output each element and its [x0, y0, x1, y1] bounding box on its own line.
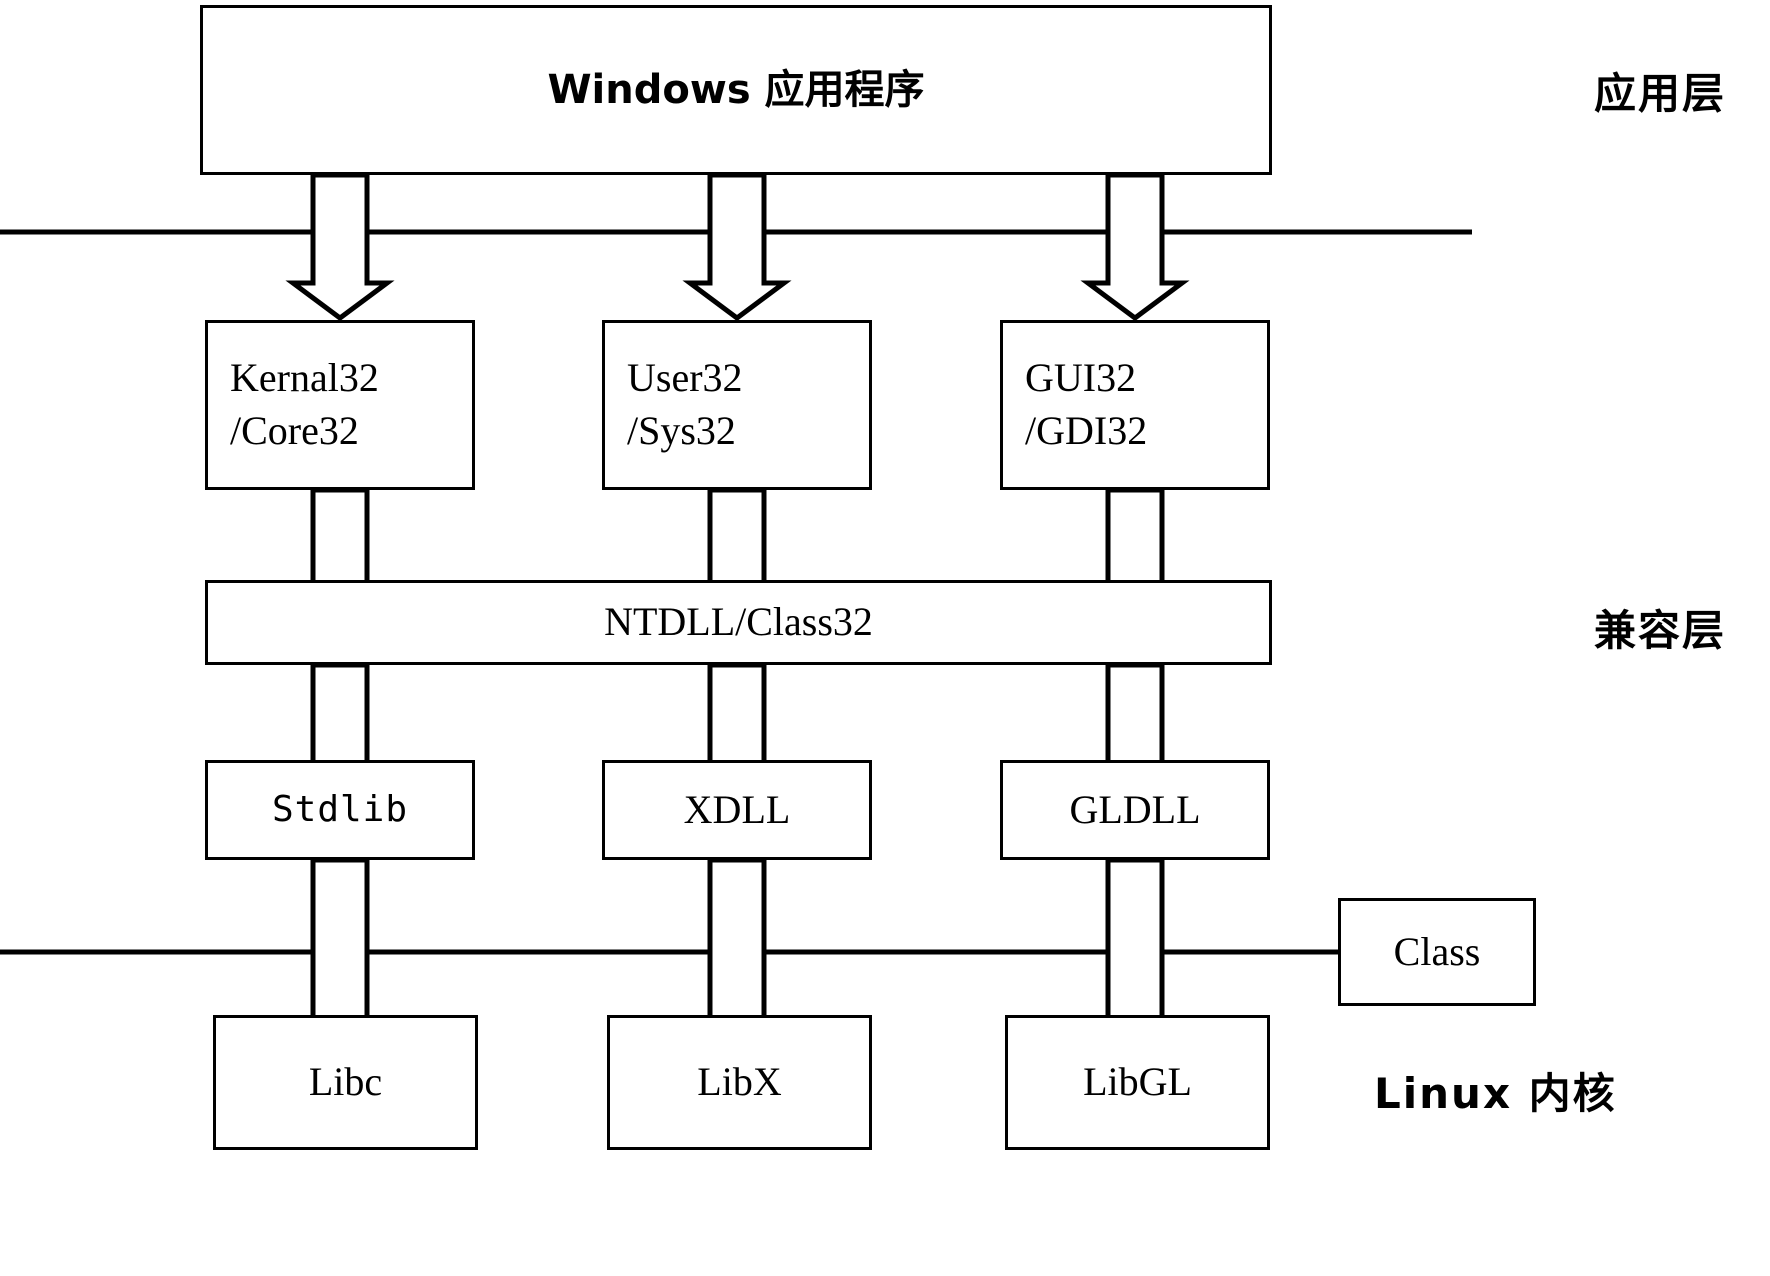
node-libgl-label: LibGL — [1083, 1059, 1192, 1105]
node-xdll-label: XDLL — [683, 786, 791, 832]
layer-label-application: 应用层 — [1594, 69, 1727, 118]
node-kernal32-label-line2: /Core32 — [230, 408, 359, 453]
node-class[interactable]: Class — [1338, 898, 1536, 1006]
node-ntdll-class32[interactable]: NTDLL/Class32 — [205, 580, 1272, 665]
layer-label-linux-kernel: Linux 内核 — [1374, 1069, 1617, 1118]
node-user32-label-line1: User32 — [627, 355, 743, 401]
diagram-canvas: Windows 应用程序 应用层 Kernal32 /Core32 User32… — [0, 0, 1770, 1276]
node-windows-application[interactable]: Windows 应用程序 — [200, 5, 1272, 175]
node-libx[interactable]: LibX — [607, 1015, 872, 1150]
node-gldll-label: GLDLL — [1069, 786, 1201, 832]
node-stdlib-label: Stdlib — [271, 789, 409, 831]
node-kernal32-label-line1: Kernal32 — [230, 355, 379, 401]
node-xdll[interactable]: XDLL — [602, 760, 872, 860]
arrow-app-to-gui32 — [1080, 172, 1190, 322]
node-libc[interactable]: Libc — [213, 1015, 478, 1150]
node-ntdll-class32-label: NTDLL/Class32 — [604, 599, 873, 645]
layer-label-compatibility: 兼容层 — [1594, 606, 1727, 655]
node-gui32-label-line1: GUI32 — [1025, 355, 1137, 401]
node-libc-label: Libc — [308, 1059, 383, 1105]
node-class-label: Class — [1393, 928, 1481, 974]
node-gldll[interactable]: GLDLL — [1000, 760, 1270, 860]
arrow-app-to-kernal32 — [285, 172, 395, 322]
node-gui32-label-line2: /GDI32 — [1025, 408, 1148, 453]
arrow-app-to-user32 — [682, 172, 792, 322]
node-kernal32[interactable]: Kernal32 /Core32 — [205, 320, 475, 490]
node-windows-application-label: Windows 应用程序 — [547, 66, 925, 113]
node-libgl[interactable]: LibGL — [1005, 1015, 1270, 1150]
node-gui32[interactable]: GUI32 /GDI32 — [1000, 320, 1270, 490]
node-user32-label-line2: /Sys32 — [627, 408, 736, 453]
node-libx-label: LibX — [697, 1059, 782, 1105]
node-user32[interactable]: User32 /Sys32 — [602, 320, 872, 490]
node-stdlib[interactable]: Stdlib — [205, 760, 475, 860]
